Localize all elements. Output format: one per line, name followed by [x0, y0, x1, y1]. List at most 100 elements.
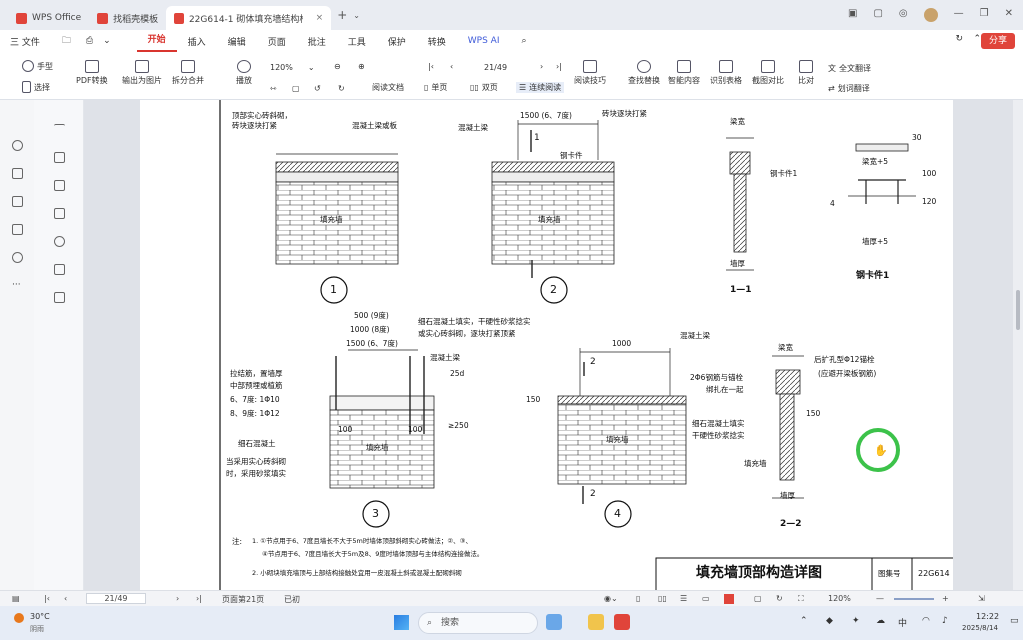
last-page-icon[interactable]: ›|	[196, 594, 202, 603]
new-tab-icon[interactable]: +	[337, 8, 347, 22]
wps-taskbar-icon[interactable]	[614, 614, 630, 630]
full-screen-icon[interactable]: ⛶	[798, 594, 804, 604]
menu-tools[interactable]: 工具	[337, 35, 377, 48]
weather-icon[interactable]	[14, 613, 24, 623]
menu-home[interactable]: 开始	[136, 30, 177, 52]
zoom-out-icon[interactable]: —	[876, 594, 884, 603]
signature-icon[interactable]	[54, 264, 65, 275]
zoom-out-icon[interactable]: ⊖	[334, 62, 341, 71]
folder-icon[interactable]	[588, 614, 604, 630]
clock-icon[interactable]	[12, 252, 23, 263]
next-page-icon[interactable]: ›	[540, 62, 543, 71]
menu-protect[interactable]: 保护	[377, 35, 417, 48]
thumbnail-icon[interactable]	[54, 180, 65, 191]
start-icon[interactable]	[394, 615, 409, 630]
menu-wps-ai[interactable]: WPS AI	[457, 36, 511, 46]
tray-cloud-icon[interactable]: ☁	[876, 616, 885, 626]
tab-dropdown-icon[interactable]: ⌄	[353, 11, 360, 20]
file-menu[interactable]: 三 文件	[0, 35, 51, 48]
layers-icon[interactable]	[54, 292, 65, 303]
wifi-icon[interactable]: ◠	[922, 616, 930, 626]
page-input[interactable]: 21/49	[86, 593, 146, 604]
folder-icon[interactable]: 🗀	[51, 33, 82, 49]
screen-icon[interactable]: ▣	[848, 8, 857, 22]
search-icon[interactable]	[12, 140, 23, 151]
tab-document[interactable]: 22G614-1 砌体填充墙结构构... ×	[166, 6, 332, 30]
zoom-in-icon[interactable]: +	[942, 594, 949, 603]
tray-app-icon[interactable]: ◆	[826, 616, 833, 626]
rotate-left-icon[interactable]: ↺	[314, 84, 321, 93]
translate-icon[interactable]	[12, 168, 23, 179]
split-translate-button[interactable]: ⇄ 划词翻译	[828, 83, 870, 94]
export-image-button[interactable]: 输出为图片	[122, 60, 162, 86]
menu-page[interactable]: 页面	[257, 35, 297, 48]
menu-comment[interactable]: 批注	[297, 35, 337, 48]
vertical-scrollbar[interactable]	[1013, 100, 1023, 590]
play-button[interactable]: 播放	[236, 60, 252, 86]
close-icon[interactable]: ✕	[1005, 8, 1013, 22]
double-view-icon[interactable]: ▯▯	[658, 594, 667, 603]
read-tech-button[interactable]: 阅读技巧	[574, 60, 606, 86]
sidebar-toggle-icon[interactable]: ▤	[12, 594, 20, 603]
compare-button[interactable]: 比对	[798, 60, 814, 86]
sync-icon[interactable]: ↻	[955, 34, 963, 44]
clock-date[interactable]: 2025/8/14	[962, 624, 998, 632]
print-icon[interactable]: ⎙	[82, 36, 97, 46]
notification-icon[interactable]: ▭	[1010, 616, 1019, 626]
full-translate-button[interactable]: 文 全文翻译	[828, 63, 871, 74]
outline-icon[interactable]	[54, 124, 65, 135]
last-page-icon[interactable]: ›|	[556, 62, 562, 71]
copy-icon[interactable]	[12, 224, 23, 235]
share-button[interactable]: 分享	[980, 33, 1015, 49]
split-merge-button[interactable]: 拆分合并	[172, 60, 204, 86]
more-icon[interactable]: ⌄	[97, 36, 117, 46]
collapse-icon[interactable]: ⌃	[973, 34, 981, 44]
next-page-icon[interactable]: ›	[176, 594, 179, 603]
zoom-value[interactable]: 120%	[828, 594, 851, 603]
view-icon[interactable]: ◉⌄	[604, 594, 618, 603]
hand-tool-button[interactable]: 手型	[22, 60, 53, 72]
find-replace-button[interactable]: 查找替换	[628, 60, 660, 86]
single-view-icon[interactable]: ▯	[636, 594, 640, 603]
file-explorer-icon[interactable]	[546, 614, 562, 630]
clock-time[interactable]: 12:22	[976, 612, 999, 621]
zoom-slider[interactable]	[894, 598, 934, 600]
edit-icon[interactable]	[12, 196, 23, 207]
rotate-icon[interactable]: ↻	[776, 594, 783, 603]
prev-page-icon[interactable]: ‹	[64, 594, 67, 603]
skin-icon[interactable]: ◎	[899, 8, 908, 22]
read-doc-button[interactable]: 阅读文档	[372, 82, 404, 93]
book-view-icon[interactable]: ▭	[702, 594, 710, 603]
pdf-mode-icon[interactable]	[724, 594, 734, 604]
minimize-icon[interactable]: —	[954, 8, 964, 22]
recognize-table-button[interactable]: 识别表格	[710, 60, 742, 86]
close-tab-icon[interactable]: ×	[316, 13, 324, 23]
continuous-read-button[interactable]: ☰ 连续阅读	[516, 82, 565, 93]
tab-template[interactable]: 找稻壳模板	[89, 6, 166, 30]
bookmark-icon[interactable]	[54, 152, 65, 163]
attachment-icon[interactable]	[54, 236, 65, 247]
smart-content-button[interactable]: 智能内容	[668, 60, 700, 86]
double-page-button[interactable]: ▯▯ 双页	[470, 82, 498, 93]
doc-icon[interactable]: ▢	[873, 8, 882, 22]
fit-window-icon[interactable]: ⇲	[978, 594, 985, 603]
volume-icon[interactable]: ♪	[942, 616, 948, 626]
zoom-select[interactable]: 120% ⌄	[270, 63, 315, 72]
page-number-input[interactable]: 21/49	[484, 63, 507, 72]
scrollbar-thumb[interactable]	[1016, 290, 1020, 330]
pdf-convert-button[interactable]: PDF转换	[76, 60, 108, 86]
continuous-view-icon[interactable]: ☰	[680, 594, 687, 603]
single-page-button[interactable]: ▯ 单页	[424, 82, 447, 93]
tray-settings-icon[interactable]: ✦	[852, 616, 860, 626]
menu-search-icon[interactable]: ⌕	[510, 36, 537, 46]
fit-icon[interactable]: ▢	[754, 594, 762, 603]
zoom-in-icon[interactable]: ⊕	[358, 62, 365, 71]
prev-page-icon[interactable]: ‹	[450, 62, 453, 71]
document-viewport[interactable]: 顶部实心砖斜砌， 砖块逐块打紧 混凝土梁或板 混凝土梁 1500 (6、7度) …	[84, 100, 1013, 590]
taskbar-search[interactable]: ⌕ 搜索	[418, 612, 538, 634]
rotate-right-icon[interactable]: ↻	[338, 84, 345, 93]
maximize-icon[interactable]: ❐	[980, 8, 989, 22]
comment-icon[interactable]	[54, 208, 65, 219]
fit-page-icon[interactable]: ▢	[292, 84, 300, 93]
first-page-icon[interactable]: |‹	[44, 594, 50, 603]
